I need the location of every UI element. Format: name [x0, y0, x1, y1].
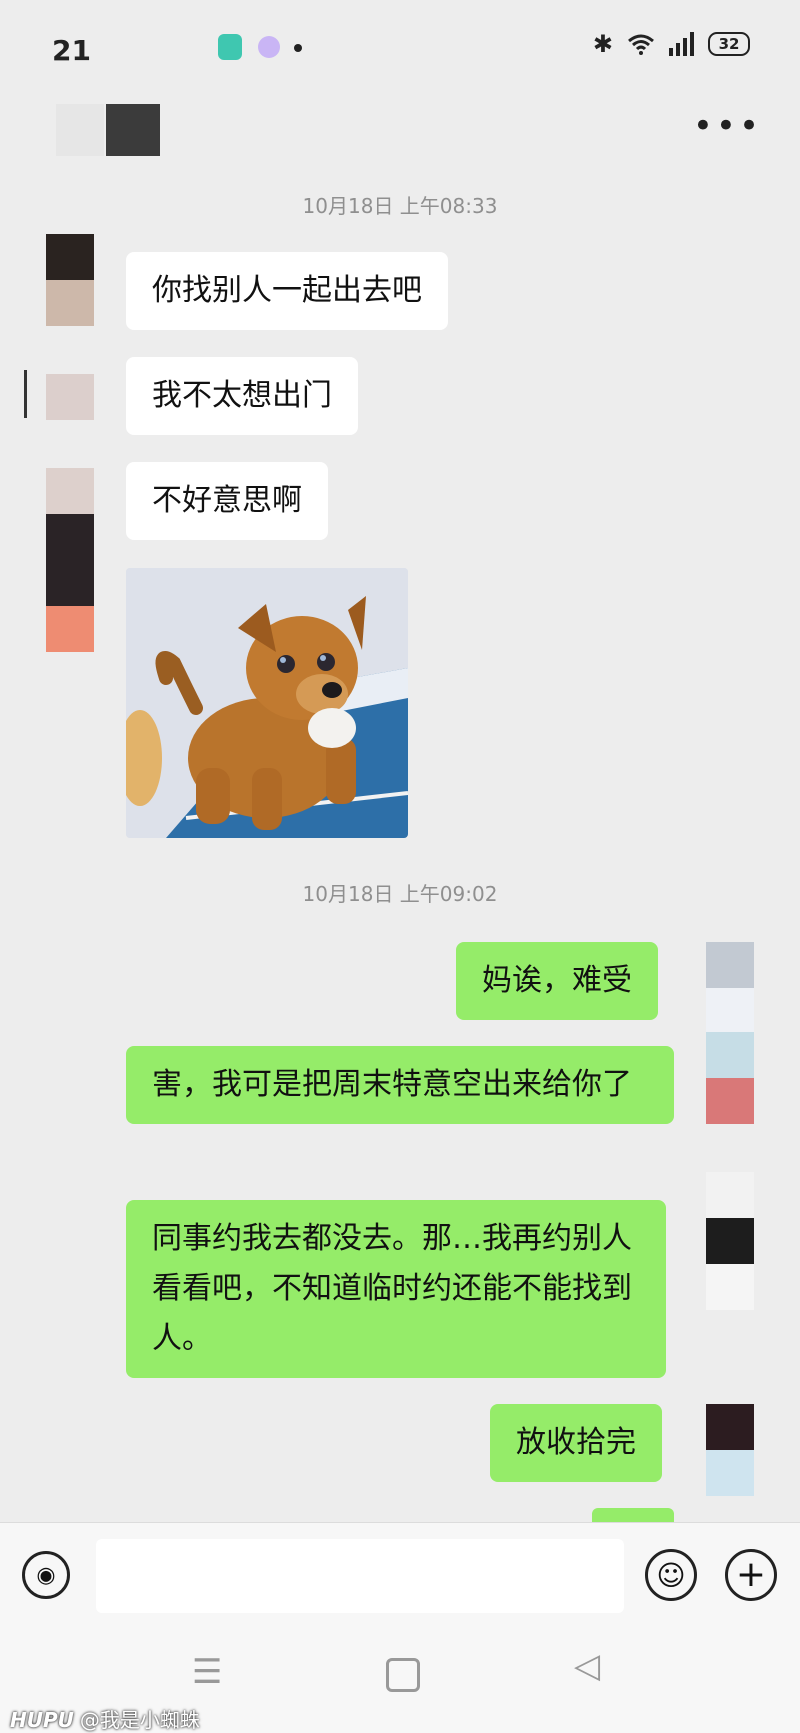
watermark-brand: HUPU — [10, 1708, 74, 1732]
sent-message-bubble[interactable]: 害，我可是把周末特意空出来给你了 — [126, 1046, 674, 1124]
more-dots-icon[interactable]: ••• — [693, 106, 762, 146]
sent-message-bubble[interactable]: 放收拾完 — [490, 1404, 662, 1482]
voice-input-button[interactable]: ◉ — [22, 1551, 70, 1599]
sent-message-bubble-partial — [592, 1508, 674, 1522]
chat-header: ••• — [0, 96, 800, 166]
menu-icon[interactable]: ☰ — [192, 1652, 222, 1692]
puppy-illustration — [126, 568, 408, 838]
sent-message-bubble[interactable]: 妈诶，难受 — [456, 942, 658, 1020]
plus-icon: + — [735, 1554, 767, 1595]
contact-avatar[interactable] — [46, 234, 94, 326]
voice-icon: ◉ — [36, 1562, 56, 1588]
contact-avatar[interactable] — [46, 374, 94, 420]
status-bar: 21 ✱ 32 — [0, 0, 800, 96]
chat-title-redacted — [56, 104, 104, 156]
my-avatar[interactable] — [706, 942, 754, 1034]
more-actions-button[interactable]: + — [725, 1549, 777, 1601]
emoji-icon: ☺ — [656, 1558, 686, 1592]
watermark-user: @我是小蜘蛛 — [79, 1708, 200, 1732]
status-time: 21 — [52, 34, 91, 67]
bluetooth-icon: ✱ — [592, 30, 613, 58]
signal-icon — [669, 32, 694, 56]
received-message-bubble[interactable]: 你找别人一起出去吧 — [126, 252, 448, 330]
received-message-bubble[interactable]: 我不太想出门 — [126, 357, 358, 435]
message-input[interactable] — [96, 1539, 624, 1613]
chat-input-bar: ◉ ☺ + — [0, 1522, 800, 1623]
home-icon[interactable] — [386, 1658, 420, 1692]
notification-app-icon — [218, 34, 242, 60]
contact-avatar[interactable] — [46, 468, 94, 652]
watermark: HUPU @我是小蜘蛛 — [10, 1704, 200, 1733]
message-timestamp: 10月18日 上午08:33 — [302, 194, 498, 218]
my-avatar[interactable] — [706, 1032, 754, 1124]
edge-artifact — [24, 370, 27, 418]
sent-message-bubble[interactable]: 同事约我去都没去。那…我再约别人看看吧，不知道临时约还能不能找到人。 — [126, 1200, 666, 1378]
chat-title-redacted-2 — [106, 104, 160, 156]
my-avatar[interactable] — [706, 1404, 754, 1496]
wifi-icon — [628, 34, 654, 55]
battery-icon: 32 — [708, 32, 750, 56]
my-avatar[interactable] — [706, 1172, 754, 1310]
puppy-sticker-image[interactable] — [126, 568, 408, 838]
notification-app-icon-2 — [258, 36, 280, 58]
system-nav-bar: ☰ ◁ HUPU @我是小蜘蛛 — [0, 1622, 800, 1733]
back-icon[interactable]: ◁ — [574, 1646, 600, 1686]
emoji-button[interactable]: ☺ — [645, 1549, 697, 1601]
status-icons: ✱ 32 — [593, 30, 750, 58]
notification-dot-icon — [294, 44, 302, 52]
message-timestamp: 10月18日 上午09:02 — [302, 882, 498, 906]
received-message-bubble[interactable]: 不好意思啊 — [126, 462, 328, 540]
